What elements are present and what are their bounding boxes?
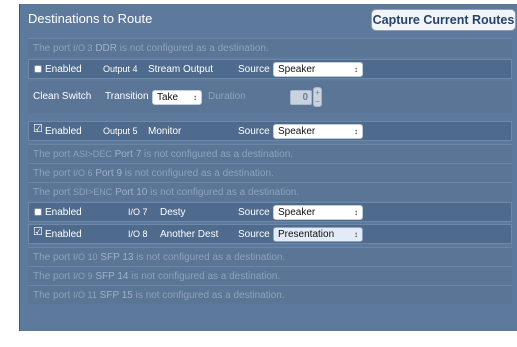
updown-arrow-icon: ↕: [354, 230, 358, 239]
transition-select-value: Take: [157, 92, 179, 103]
port-id: Output 4: [103, 64, 138, 74]
port-name: SFP 15: [99, 290, 133, 301]
port-name: SFP 13: [100, 252, 134, 263]
source-select-value: Speaker: [278, 126, 316, 137]
updown-arrow-icon: ↕: [354, 208, 358, 217]
duration-stepper[interactable]: + −: [313, 87, 322, 107]
row-prefix: The port: [33, 43, 71, 54]
updown-arrow-icon: ↕: [354, 127, 358, 136]
enabled-label: Enabled: [45, 64, 82, 75]
unconfigured-port-row: The port I/O 6 Port 9 is not configured …: [28, 163, 512, 182]
destination-name: Another Dest: [160, 229, 219, 240]
duration-input[interactable]: 0: [290, 90, 312, 105]
source-label: Source: [238, 207, 270, 218]
port-id: I/O 11: [73, 290, 97, 300]
row-prefix: The port: [33, 271, 71, 282]
unconfigured-port-row: The port I/O 11 SFP 15 is not configured…: [28, 285, 512, 304]
enabled-checkbox[interactable]: [34, 65, 42, 73]
port-id: ASI>DEC: [73, 149, 112, 159]
source-select[interactable]: Presentation ↕: [273, 227, 363, 242]
destination-row: ☑ Enabled I/O 8 Another Dest Source Pres…: [28, 224, 512, 244]
row-suffix: is not configured as a destination.: [136, 252, 286, 263]
destinations-panel: Destinations to Route Capture Current Ro…: [19, 4, 517, 331]
unconfigured-port-row: The port ASI>DEC Port 7 is not configure…: [28, 144, 512, 163]
source-label: Source: [238, 64, 270, 75]
source-select[interactable]: Speaker ↕: [273, 205, 363, 220]
enabled-label: Enabled: [45, 229, 82, 240]
unconfigured-port-row: The port I/O 10 SFP 13 is not configured…: [28, 247, 512, 266]
row-prefix: The port: [33, 187, 71, 198]
destination-row: Enabled I/O 7 Desty Source Speaker ↕: [28, 202, 512, 222]
destination-name: Stream Output: [148, 64, 214, 75]
transition-select[interactable]: Take ↕: [152, 90, 202, 105]
source-select[interactable]: Speaker ↕: [273, 124, 363, 139]
updown-arrow-icon: ↕: [354, 65, 358, 74]
port-id: I/O 7: [128, 207, 148, 217]
row-suffix: is not configured as a destination.: [144, 149, 294, 160]
unconfigured-port-row: The port I/O 3 DDR is not configured as …: [28, 38, 512, 57]
enabled-label: Enabled: [45, 207, 82, 218]
row-prefix: The port: [33, 290, 71, 301]
row-suffix: is not configured as a destination.: [135, 290, 285, 301]
port-name: Port 9: [95, 168, 123, 179]
row-prefix: The port: [33, 149, 71, 160]
destination-row: ☑ Enabled Output 5 Monitor Source Speake…: [28, 121, 512, 141]
clean-switch-row: Clean Switch Transition Take ↕ Duration …: [28, 81, 512, 113]
unconfigured-port-row: The port SDI>ENC Port 10 is not configur…: [28, 182, 512, 201]
clean-switch-label: Clean Switch: [33, 91, 92, 102]
port-id: I/O 8: [128, 229, 148, 239]
source-select[interactable]: Speaker ↕: [273, 62, 363, 77]
port-name: DDR: [95, 43, 117, 54]
checkmark-icon[interactable]: ☑: [33, 124, 43, 135]
destination-row: Enabled Output 4 Stream Output Source Sp…: [28, 59, 512, 79]
duration-label: Duration: [208, 91, 246, 102]
row-prefix: The port: [33, 252, 71, 263]
port-id: SDI>ENC: [73, 187, 113, 197]
transition-label: Transition: [105, 91, 149, 102]
enabled-label: Enabled: [45, 126, 82, 137]
destination-name: Desty: [160, 207, 186, 218]
source-select-value: Speaker: [278, 207, 316, 218]
source-select-value: Presentation: [278, 229, 335, 240]
row-prefix: The port: [33, 168, 71, 179]
updown-arrow-icon: ↕: [193, 93, 197, 102]
unconfigured-port-row: The port I/O 9 SFP 14 is not configured …: [28, 266, 512, 285]
row-suffix: is not configured as a destination.: [124, 168, 274, 179]
row-suffix: is not configured as a destination.: [131, 271, 281, 282]
port-name: Port 10: [115, 187, 148, 198]
row-suffix: is not configured as a destination.: [150, 187, 300, 198]
source-select-value: Speaker: [278, 64, 316, 75]
enabled-checkbox[interactable]: [34, 208, 42, 216]
port-name: Port 7: [114, 149, 142, 160]
port-id: I/O 6: [73, 168, 93, 178]
capture-current-routes-button[interactable]: Capture Current Routes: [371, 9, 516, 31]
port-id: I/O 9: [73, 271, 93, 281]
port-name: SFP 14: [95, 271, 129, 282]
panel-title: Destinations to Route: [28, 11, 153, 26]
port-id: Output 5: [103, 126, 138, 136]
port-id: I/O 3: [73, 43, 93, 53]
row-suffix: is not configured as a destination.: [119, 43, 269, 54]
destination-name: Monitor: [148, 126, 182, 137]
checkmark-icon[interactable]: ☑: [33, 227, 43, 238]
port-id: I/O 10: [73, 252, 98, 262]
source-label: Source: [238, 229, 270, 240]
source-label: Source: [238, 126, 270, 137]
